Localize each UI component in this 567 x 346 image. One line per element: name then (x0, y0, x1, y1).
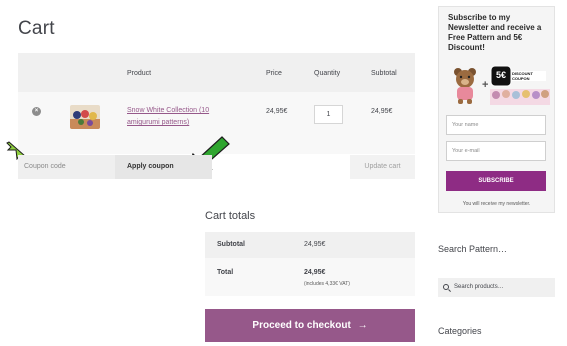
totals-subtotal-row: Subtotal 24,95€ (205, 232, 415, 258)
coupon-caption-line-2: COUPON (512, 76, 530, 81)
plus-icon: + (482, 79, 489, 91)
coupon-code-input[interactable]: Coupon code (18, 155, 115, 179)
search-icon (443, 284, 449, 290)
product-thumbnail[interactable] (70, 105, 100, 129)
coupon-caption: DISCOUNT COUPON (512, 71, 533, 81)
header-subtotal: Subtotal (371, 70, 397, 77)
vat-note: (includes 4,33€ VAT) (304, 281, 350, 287)
newsletter-title: Subscribe to my Newsletter and receive a… (448, 13, 542, 52)
newsletter-name-field[interactable]: Your name (446, 115, 546, 135)
product-name-link[interactable]: Snow White Collection (10 amigurumi patt… (127, 105, 237, 129)
newsletter-note: You will receive my newsletter. (462, 201, 531, 207)
categories-title: Categories (438, 326, 482, 336)
cart-table-header: Product Price Quantity Subtotal (18, 53, 415, 92)
page-title: Cart (18, 18, 55, 39)
teddy-bear-icon (454, 68, 476, 104)
header-price: Price (266, 70, 282, 77)
apply-coupon-button[interactable]: Apply coupon (115, 155, 212, 179)
quantity-input[interactable] (314, 105, 343, 124)
header-quantity: Quantity (314, 70, 341, 77)
product-search-input[interactable]: Search products… (438, 278, 555, 297)
arrow-right-icon: → (357, 320, 368, 331)
search-widget-title: Search Pattern… (438, 244, 508, 254)
subscribe-button[interactable]: SUBSCRIBE (446, 171, 546, 191)
total-label: Total (217, 269, 234, 276)
product-price: 24,95€ (266, 108, 288, 115)
header-product: Product (127, 70, 152, 77)
checkout-label: Proceed to checkout (252, 320, 351, 331)
product-subtotal: 24,95€ (371, 108, 393, 115)
total-value: 24,95€ (304, 269, 326, 276)
cart-totals-title: Cart totals (205, 210, 256, 222)
subtotal-value: 24,95€ (304, 241, 326, 248)
subtotal-label: Subtotal (217, 241, 245, 248)
proceed-to-checkout-button[interactable]: Proceed to checkout → (205, 309, 415, 342)
totals-total-row: Total 24,95€ (includes 4,33€ VAT) (205, 258, 415, 296)
remove-item-icon[interactable]: × (32, 107, 41, 116)
newsletter-email-field[interactable]: Your e-mail (446, 141, 546, 161)
newsletter-widget: Subscribe to my Newsletter and receive a… (438, 6, 555, 213)
coupon-value: 5€ (495, 70, 506, 80)
search-placeholder: Search products… (454, 284, 504, 290)
update-cart-button[interactable]: Update cart (350, 155, 415, 179)
